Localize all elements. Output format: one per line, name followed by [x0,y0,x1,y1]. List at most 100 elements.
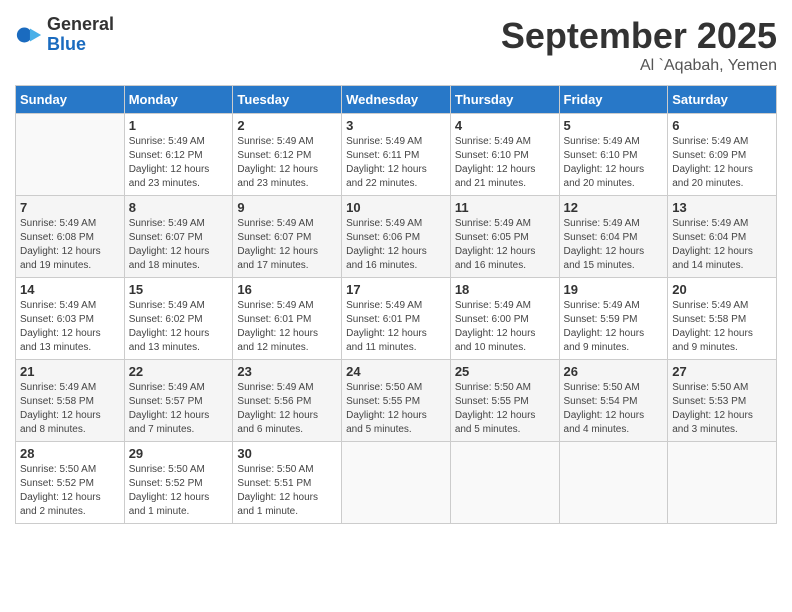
calendar-cell: 3 Sunrise: 5:49 AM Sunset: 6:11 PM Daylig… [342,114,451,196]
day-number: 1 [129,118,229,133]
location-title: Al `Aqabah, Yemen [501,57,777,75]
day-info: Sunrise: 5:49 AM Sunset: 6:09 PM Dayligh… [672,135,772,191]
day-number: 26 [564,364,664,379]
day-info: Sunrise: 5:49 AM Sunset: 6:07 PM Dayligh… [129,217,229,273]
weekday-header-monday: Monday [124,86,233,114]
day-number: 13 [672,200,772,215]
calendar-cell [16,114,125,196]
day-info: Sunrise: 5:50 AM Sunset: 5:54 PM Dayligh… [564,381,664,437]
day-number: 17 [346,282,446,297]
calendar-cell: 4 Sunrise: 5:49 AM Sunset: 6:10 PM Daylig… [450,114,559,196]
logo: General Blue [15,15,114,55]
calendar-cell: 9 Sunrise: 5:49 AM Sunset: 6:07 PM Daylig… [233,196,342,278]
calendar-cell: 7 Sunrise: 5:49 AM Sunset: 6:08 PM Daylig… [16,196,125,278]
day-info: Sunrise: 5:50 AM Sunset: 5:52 PM Dayligh… [20,463,120,519]
calendar-table: SundayMondayTuesdayWednesdayThursdayFrid… [15,85,777,524]
day-number: 19 [564,282,664,297]
calendar-cell: 2 Sunrise: 5:49 AM Sunset: 6:12 PM Daylig… [233,114,342,196]
day-info: Sunrise: 5:49 AM Sunset: 5:58 PM Dayligh… [672,299,772,355]
calendar-cell: 10 Sunrise: 5:49 AM Sunset: 6:06 PM Dayli… [342,196,451,278]
calendar-cell: 16 Sunrise: 5:49 AM Sunset: 6:01 PM Dayli… [233,278,342,360]
calendar-cell: 17 Sunrise: 5:49 AM Sunset: 6:01 PM Dayli… [342,278,451,360]
day-number: 6 [672,118,772,133]
calendar-cell: 6 Sunrise: 5:49 AM Sunset: 6:09 PM Daylig… [668,114,777,196]
day-info: Sunrise: 5:49 AM Sunset: 6:08 PM Dayligh… [20,217,120,273]
day-info: Sunrise: 5:49 AM Sunset: 5:59 PM Dayligh… [564,299,664,355]
title-area: September 2025 Al `Aqabah, Yemen [501,15,777,75]
day-info: Sunrise: 5:49 AM Sunset: 5:56 PM Dayligh… [237,381,337,437]
calendar-cell: 28 Sunrise: 5:50 AM Sunset: 5:52 PM Dayli… [16,442,125,524]
day-info: Sunrise: 5:49 AM Sunset: 6:07 PM Dayligh… [237,217,337,273]
calendar-cell: 29Sunrise: 5:50 AM Sunset: 5:52 PM Dayli… [124,442,233,524]
day-number: 9 [237,200,337,215]
day-info: Sunrise: 5:49 AM Sunset: 6:04 PM Dayligh… [564,217,664,273]
day-number: 28 [20,446,120,461]
calendar-cell [559,442,668,524]
day-info: Sunrise: 5:49 AM Sunset: 6:06 PM Dayligh… [346,217,446,273]
calendar-cell: 5 Sunrise: 5:49 AM Sunset: 6:10 PM Daylig… [559,114,668,196]
calendar-cell: 12 Sunrise: 5:49 AM Sunset: 6:04 PM Dayli… [559,196,668,278]
day-info: Sunrise: 5:50 AM Sunset: 5:55 PM Dayligh… [346,381,446,437]
day-number: 7 [20,200,120,215]
day-number: 27 [672,364,772,379]
day-number: 3 [346,118,446,133]
day-number: 4 [455,118,555,133]
calendar-cell: 30 Sunrise: 5:50 AM Sunset: 5:51 PM Dayli… [233,442,342,524]
calendar-cell: 20 Sunrise: 5:49 AM Sunset: 5:58 PM Dayli… [668,278,777,360]
day-info: Sunrise: 5:49 AM Sunset: 6:03 PM Dayligh… [20,299,120,355]
calendar-cell [450,442,559,524]
calendar-cell: 21 Sunrise: 5:49 AM Sunset: 5:58 PM Dayli… [16,360,125,442]
day-number: 8 [129,200,229,215]
day-number: 12 [564,200,664,215]
day-number: 11 [455,200,555,215]
month-title: September 2025 [501,15,777,57]
day-info: Sunrise: 5:49 AM Sunset: 6:10 PM Dayligh… [455,135,555,191]
week-row-3: 14 Sunrise: 5:49 AM Sunset: 6:03 PM Dayli… [16,278,777,360]
day-number: 22 [129,364,229,379]
calendar-cell: 15Sunrise: 5:49 AM Sunset: 6:02 PM Dayli… [124,278,233,360]
weekday-header-sunday: Sunday [16,86,125,114]
day-number: 20 [672,282,772,297]
day-info: Sunrise: 5:49 AM Sunset: 6:12 PM Dayligh… [129,135,229,191]
day-number: 14 [20,282,120,297]
calendar-cell: 13 Sunrise: 5:49 AM Sunset: 6:04 PM Dayli… [668,196,777,278]
day-number: 30 [237,446,337,461]
day-number: 2 [237,118,337,133]
day-info: Sunrise: 5:49 AM Sunset: 6:12 PM Dayligh… [237,135,337,191]
day-info: Sunrise: 5:49 AM Sunset: 6:10 PM Dayligh… [564,135,664,191]
calendar-cell: 18Sunrise: 5:49 AM Sunset: 6:00 PM Dayli… [450,278,559,360]
calendar-cell: 11 Sunrise: 5:49 AM Sunset: 6:05 PM Dayli… [450,196,559,278]
day-number: 21 [20,364,120,379]
weekday-header-saturday: Saturday [668,86,777,114]
calendar-cell: 24 Sunrise: 5:50 AM Sunset: 5:55 PM Dayli… [342,360,451,442]
logo-icon [15,21,43,49]
day-number: 10 [346,200,446,215]
weekday-header-row: SundayMondayTuesdayWednesdayThursdayFrid… [16,86,777,114]
day-info: Sunrise: 5:49 AM Sunset: 6:01 PM Dayligh… [346,299,446,355]
day-number: 18 [455,282,555,297]
day-info: Sunrise: 5:49 AM Sunset: 6:11 PM Dayligh… [346,135,446,191]
weekday-header-friday: Friday [559,86,668,114]
day-number: 16 [237,282,337,297]
day-info: Sunrise: 5:50 AM Sunset: 5:53 PM Dayligh… [672,381,772,437]
calendar-cell: 27 Sunrise: 5:50 AM Sunset: 5:53 PM Dayli… [668,360,777,442]
week-row-5: 28 Sunrise: 5:50 AM Sunset: 5:52 PM Dayli… [16,442,777,524]
logo-blue-text: Blue [47,34,86,54]
day-info: Sunrise: 5:50 AM Sunset: 5:51 PM Dayligh… [237,463,337,519]
day-info: Sunrise: 5:49 AM Sunset: 6:04 PM Dayligh… [672,217,772,273]
day-info: Sunrise: 5:49 AM Sunset: 6:05 PM Dayligh… [455,217,555,273]
day-info: Sunrise: 5:49 AM Sunset: 5:58 PM Dayligh… [20,381,120,437]
calendar-cell: 8 Sunrise: 5:49 AM Sunset: 6:07 PM Daylig… [124,196,233,278]
logo-general-text: General [47,14,114,34]
page-header: General Blue September 2025 Al `Aqabah, … [15,15,777,75]
day-number: 24 [346,364,446,379]
day-info: Sunrise: 5:49 AM Sunset: 6:01 PM Dayligh… [237,299,337,355]
day-number: 5 [564,118,664,133]
weekday-header-tuesday: Tuesday [233,86,342,114]
week-row-4: 21 Sunrise: 5:49 AM Sunset: 5:58 PM Dayli… [16,360,777,442]
calendar-cell: 14 Sunrise: 5:49 AM Sunset: 6:03 PM Dayli… [16,278,125,360]
calendar-cell: 22Sunrise: 5:49 AM Sunset: 5:57 PM Dayli… [124,360,233,442]
weekday-header-wednesday: Wednesday [342,86,451,114]
day-number: 25 [455,364,555,379]
calendar-cell: 1 Sunrise: 5:49 AM Sunset: 6:12 PM Daylig… [124,114,233,196]
